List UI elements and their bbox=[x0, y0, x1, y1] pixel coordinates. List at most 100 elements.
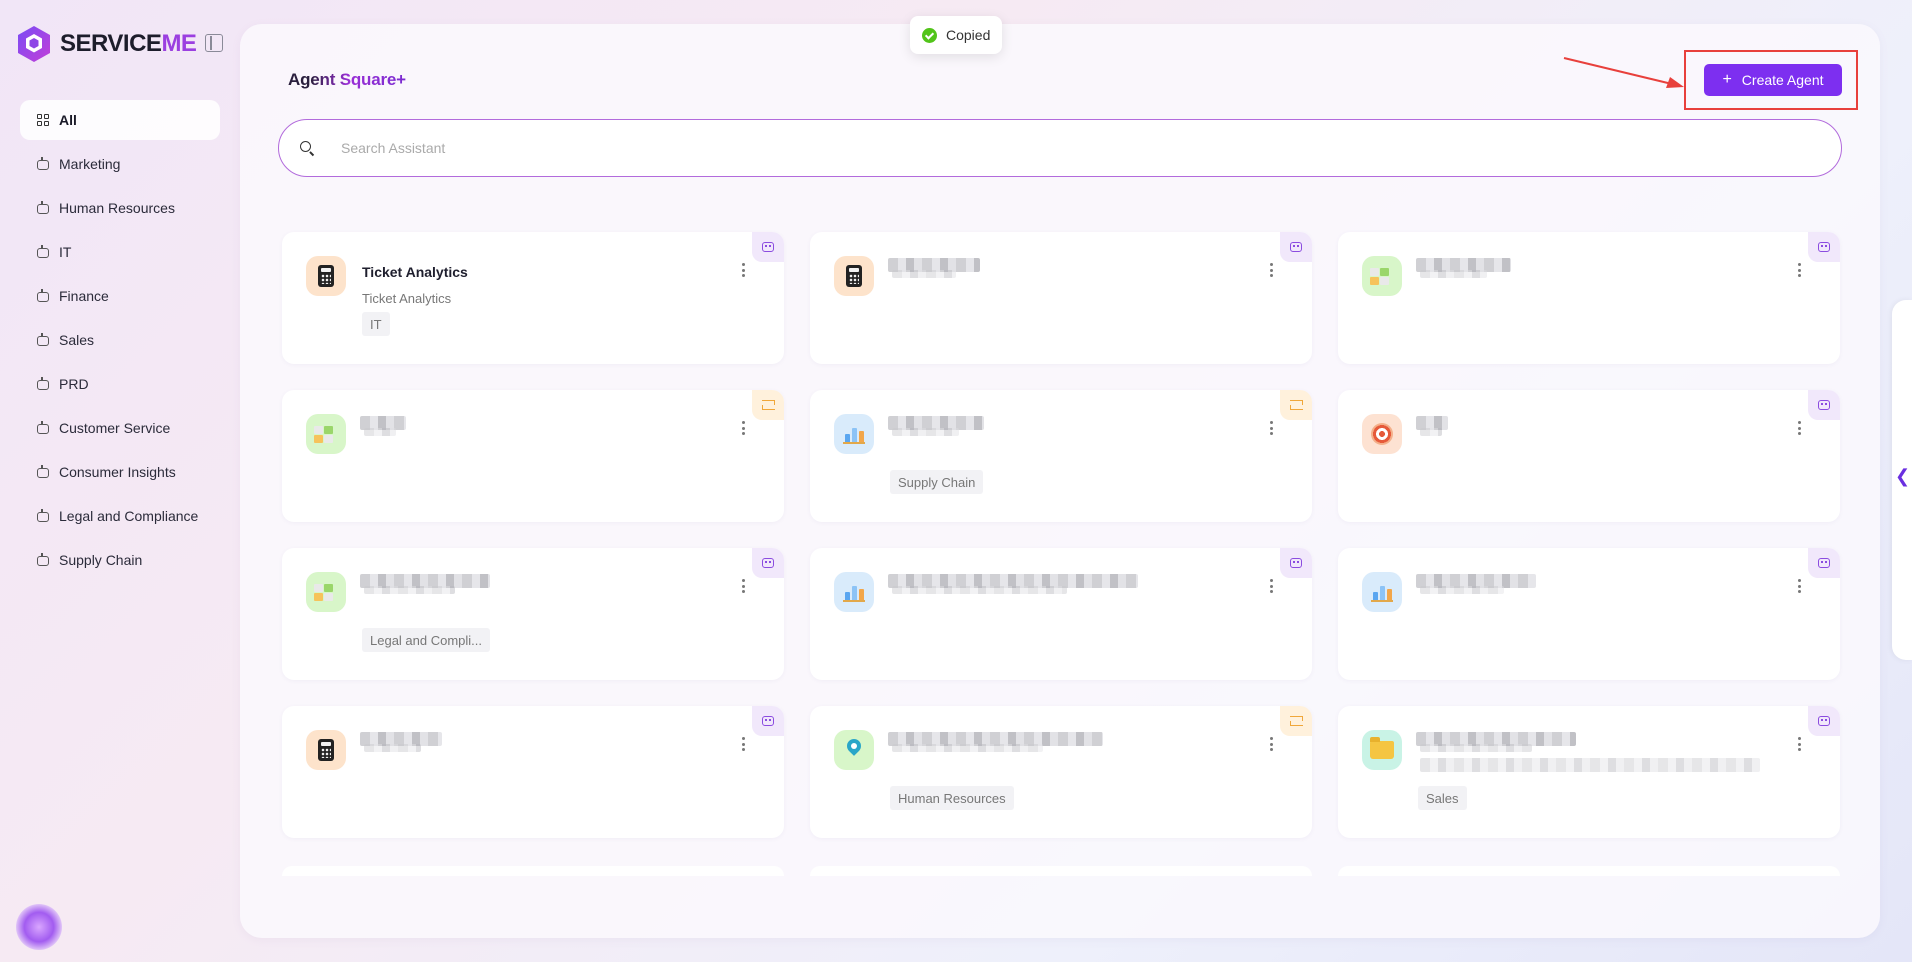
category-tag: Sales bbox=[1418, 786, 1467, 810]
search-input[interactable] bbox=[341, 140, 1841, 156]
agent-card[interactable] bbox=[1338, 548, 1840, 680]
workflow-badge-icon bbox=[1280, 706, 1312, 736]
card-partial[interactable] bbox=[810, 866, 1312, 876]
more-options-icon[interactable] bbox=[738, 578, 748, 594]
more-options-icon[interactable] bbox=[1266, 578, 1276, 594]
agent-card[interactable]: Human Resources bbox=[810, 706, 1312, 838]
category-tag: Legal and Compli... bbox=[362, 628, 491, 652]
brand-name: SERVICEME bbox=[60, 30, 197, 57]
sidebar-item-all[interactable]: All bbox=[20, 100, 220, 140]
create-agent-button[interactable]: + Create Agent bbox=[1704, 64, 1842, 96]
agent-card[interactable]: Legal and Compli... bbox=[282, 548, 784, 680]
folder-icon bbox=[1362, 730, 1402, 770]
bot-icon bbox=[36, 421, 50, 435]
more-options-icon[interactable] bbox=[1794, 736, 1804, 752]
sidebar-item-label: Sales bbox=[59, 332, 95, 348]
workflow-badge-icon bbox=[752, 390, 784, 420]
card-partial[interactable] bbox=[1338, 866, 1840, 876]
agent-card[interactable]: Supply Chain bbox=[810, 390, 1312, 522]
more-options-icon[interactable] bbox=[1266, 420, 1276, 436]
logo-cube-icon bbox=[18, 26, 50, 62]
agent-card[interactable]: Sales bbox=[1338, 706, 1840, 838]
sidebar-item-prd[interactable]: PRD bbox=[20, 364, 220, 404]
category-tag: Supply Chain bbox=[890, 470, 984, 494]
sidebar-item-label: IT bbox=[59, 244, 72, 260]
sidebar-item-legal-and-compliance[interactable]: Legal and Compliance bbox=[20, 496, 220, 536]
assistant-orb-icon[interactable] bbox=[16, 904, 62, 950]
annotation-arrow-icon bbox=[1563, 57, 1684, 88]
agent-card[interactable] bbox=[1338, 390, 1840, 522]
bar-chart-icon bbox=[834, 414, 874, 454]
sidebar-item-label: Customer Service bbox=[59, 420, 171, 436]
card-subtitle: Ticket Analytics bbox=[362, 291, 452, 306]
more-options-icon[interactable] bbox=[738, 262, 748, 278]
card-title-redacted bbox=[1420, 744, 1532, 752]
main-panel: Agent Square+ + Create Agent Ticket Anal… bbox=[240, 24, 1880, 938]
bot-icon bbox=[36, 157, 50, 171]
card-title: Ticket Analytics bbox=[362, 264, 468, 280]
success-check-icon bbox=[922, 27, 937, 43]
more-options-icon[interactable] bbox=[1794, 578, 1804, 594]
agent-badge-icon bbox=[752, 706, 784, 736]
calculator-icon bbox=[306, 256, 346, 296]
grid-icon bbox=[36, 113, 50, 127]
agent-badge-icon bbox=[752, 232, 784, 262]
bot-icon bbox=[36, 553, 50, 567]
card-description-redacted bbox=[1420, 758, 1760, 772]
agent-card[interactable] bbox=[282, 390, 784, 522]
agent-badge-icon bbox=[1808, 390, 1840, 420]
card-title-redacted bbox=[364, 586, 455, 594]
more-options-icon[interactable] bbox=[738, 736, 748, 752]
card-title-redacted bbox=[1420, 586, 1504, 594]
more-options-icon[interactable] bbox=[1266, 736, 1276, 752]
more-options-icon[interactable] bbox=[1266, 262, 1276, 278]
sidebar-item-label: Human Resources bbox=[59, 200, 175, 216]
card-title-redacted bbox=[364, 428, 396, 436]
search-icon bbox=[299, 140, 315, 156]
card-title-redacted bbox=[364, 744, 421, 752]
more-options-icon[interactable] bbox=[1794, 262, 1804, 278]
calculator-icon bbox=[834, 256, 874, 296]
side-drawer-tab[interactable]: ❮ bbox=[1892, 300, 1912, 660]
bot-icon bbox=[36, 333, 50, 347]
category-nav: All Marketing Human Resources IT Finance Sale… bbox=[20, 100, 220, 584]
agent-badge-icon bbox=[1808, 706, 1840, 736]
card-title-redacted bbox=[892, 586, 1067, 594]
calculator-icon bbox=[306, 730, 346, 770]
sidebar-item-label: Supply Chain bbox=[59, 552, 143, 568]
bot-icon bbox=[36, 289, 50, 303]
bot-icon bbox=[36, 509, 50, 523]
sidebar-item-label: Finance bbox=[59, 288, 109, 304]
sidebar-item-supply-chain[interactable]: Supply Chain bbox=[20, 540, 220, 580]
card-title-redacted bbox=[892, 428, 959, 436]
sidebar-item-finance[interactable]: Finance bbox=[20, 276, 220, 316]
blocks-icon bbox=[306, 572, 346, 612]
search-bar[interactable] bbox=[278, 119, 1842, 177]
sidebar-item-label: Marketing bbox=[59, 156, 121, 172]
agent-badge-icon bbox=[752, 548, 784, 578]
card-title-redacted bbox=[892, 270, 956, 278]
agent-badge-icon bbox=[1808, 232, 1840, 262]
sidebar-item-consumer-insights[interactable]: Consumer Insights bbox=[20, 452, 220, 492]
more-options-icon[interactable] bbox=[1794, 420, 1804, 436]
sidebar-collapse-icon[interactable] bbox=[205, 34, 223, 52]
brand-logo[interactable]: SERVICEME bbox=[14, 22, 197, 66]
bot-icon bbox=[36, 377, 50, 391]
card-partial[interactable] bbox=[282, 866, 784, 876]
agent-badge-icon bbox=[1280, 548, 1312, 578]
category-tag: Human Resources bbox=[890, 786, 1014, 810]
blocks-icon bbox=[1362, 256, 1402, 296]
sidebar-item-customer-service[interactable]: Customer Service bbox=[20, 408, 220, 448]
workflow-badge-icon bbox=[1280, 390, 1312, 420]
agent-card[interactable] bbox=[282, 706, 784, 838]
sidebar-item-sales[interactable]: Sales bbox=[20, 320, 220, 360]
agent-card[interactable] bbox=[810, 232, 1312, 364]
agent-card[interactable]: Ticket Analytics Ticket Analytics IT bbox=[282, 232, 784, 364]
more-options-icon[interactable] bbox=[738, 420, 748, 436]
sidebar-item-human-resources[interactable]: Human Resources bbox=[20, 188, 220, 228]
sidebar-item-marketing[interactable]: Marketing bbox=[20, 144, 220, 184]
bot-icon bbox=[36, 201, 50, 215]
agent-card[interactable] bbox=[1338, 232, 1840, 364]
sidebar-item-it[interactable]: IT bbox=[20, 232, 220, 272]
agent-card[interactable] bbox=[810, 548, 1312, 680]
